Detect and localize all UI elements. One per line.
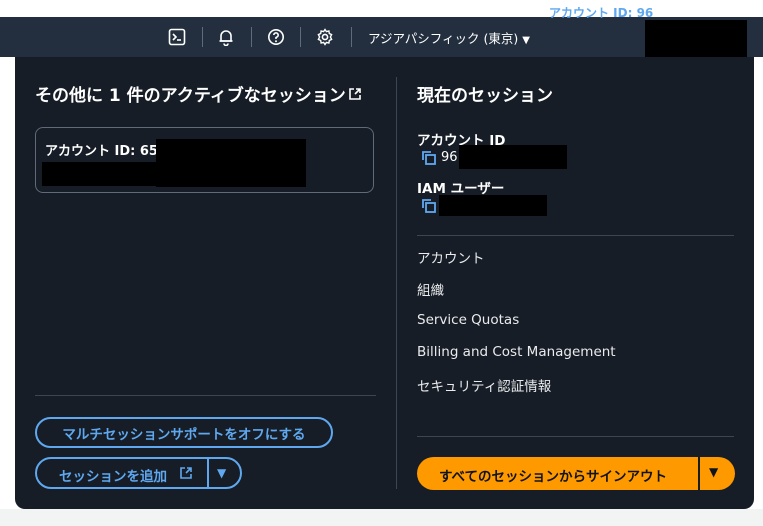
signout-all-sessions-button[interactable]: すべてのセッションからサインアウト <box>439 465 667 485</box>
section-divider <box>417 235 734 236</box>
account-menu-toggle[interactable]: アカウント ID: 96 <box>549 4 653 21</box>
page-background-right <box>754 57 763 526</box>
chevron-down-icon: ▼ <box>522 35 530 46</box>
button-split-divider <box>207 459 209 487</box>
column-divider <box>396 77 397 489</box>
redaction-block <box>156 139 306 187</box>
header-divider <box>202 27 203 47</box>
turn-off-multisession-button[interactable]: マルチセッションサポートをオフにする <box>35 417 333 448</box>
copy-icon[interactable] <box>421 198 437 214</box>
redaction-block <box>459 145 567 169</box>
redaction-block <box>439 195 547 216</box>
page-background-left <box>0 57 15 526</box>
menu-item-security-credentials[interactable]: セキュリティ認証情報 <box>417 375 551 395</box>
copy-icon[interactable] <box>421 150 437 166</box>
help-icon[interactable] <box>265 26 287 48</box>
add-session-button-group: セッションを追加 ▼ <box>35 457 242 489</box>
header-divider <box>351 27 352 47</box>
add-session-dropdown-toggle[interactable]: ▼ <box>217 466 226 480</box>
header-divider <box>251 27 252 47</box>
signout-button-group: すべてのセッションからサインアウト ▼ <box>417 457 735 490</box>
menu-item-billing[interactable]: Billing and Cost Management <box>417 344 616 360</box>
other-session-card[interactable]: アカウント ID: 65 <box>35 127 374 193</box>
other-sessions-section: その他に 1 件のアクティブなセッション アカウント ID: 65 マルチセッシ… <box>35 57 377 509</box>
section-divider <box>417 436 734 437</box>
current-session-heading: 現在のセッション <box>417 86 553 106</box>
redaction-block <box>42 162 158 186</box>
other-sessions-heading: その他に 1 件のアクティブなセッション <box>35 81 362 106</box>
signout-dropdown-toggle[interactable]: ▼ <box>709 465 718 479</box>
header-divider <box>300 27 301 47</box>
gear-icon[interactable] <box>314 26 336 48</box>
redaction-block <box>645 20 747 60</box>
page-background-bottom <box>0 509 763 526</box>
region-label: アジアパシフィック (東京) <box>368 31 519 46</box>
cloudshell-icon[interactable] <box>166 26 188 48</box>
other-sessions-title: その他に 1 件のアクティブなセッション <box>35 86 346 106</box>
account-id-value: 96 <box>441 150 458 165</box>
bell-icon[interactable] <box>215 26 237 48</box>
current-session-section: 現在のセッション アカウント ID 96 IAM ユーザー アカウント 組織 S… <box>417 57 735 509</box>
region-selector[interactable]: アジアパシフィック (東京) ▼ <box>368 28 530 47</box>
menu-item-organizations[interactable]: 組織 <box>417 279 444 299</box>
button-split-divider <box>698 457 700 490</box>
add-session-button[interactable]: セッションを追加 <box>59 465 167 485</box>
iam-user-label: IAM ユーザー <box>417 181 505 197</box>
account-sessions-panel: その他に 1 件のアクティブなセッション アカウント ID: 65 マルチセッシ… <box>15 57 754 509</box>
external-link-icon[interactable] <box>348 86 362 106</box>
section-divider <box>35 395 376 396</box>
other-session-account-label: アカウント ID: 65 <box>45 144 158 159</box>
menu-item-service-quotas[interactable]: Service Quotas <box>417 312 519 328</box>
external-link-icon <box>179 466 193 484</box>
menu-item-account[interactable]: アカウント <box>417 247 485 267</box>
